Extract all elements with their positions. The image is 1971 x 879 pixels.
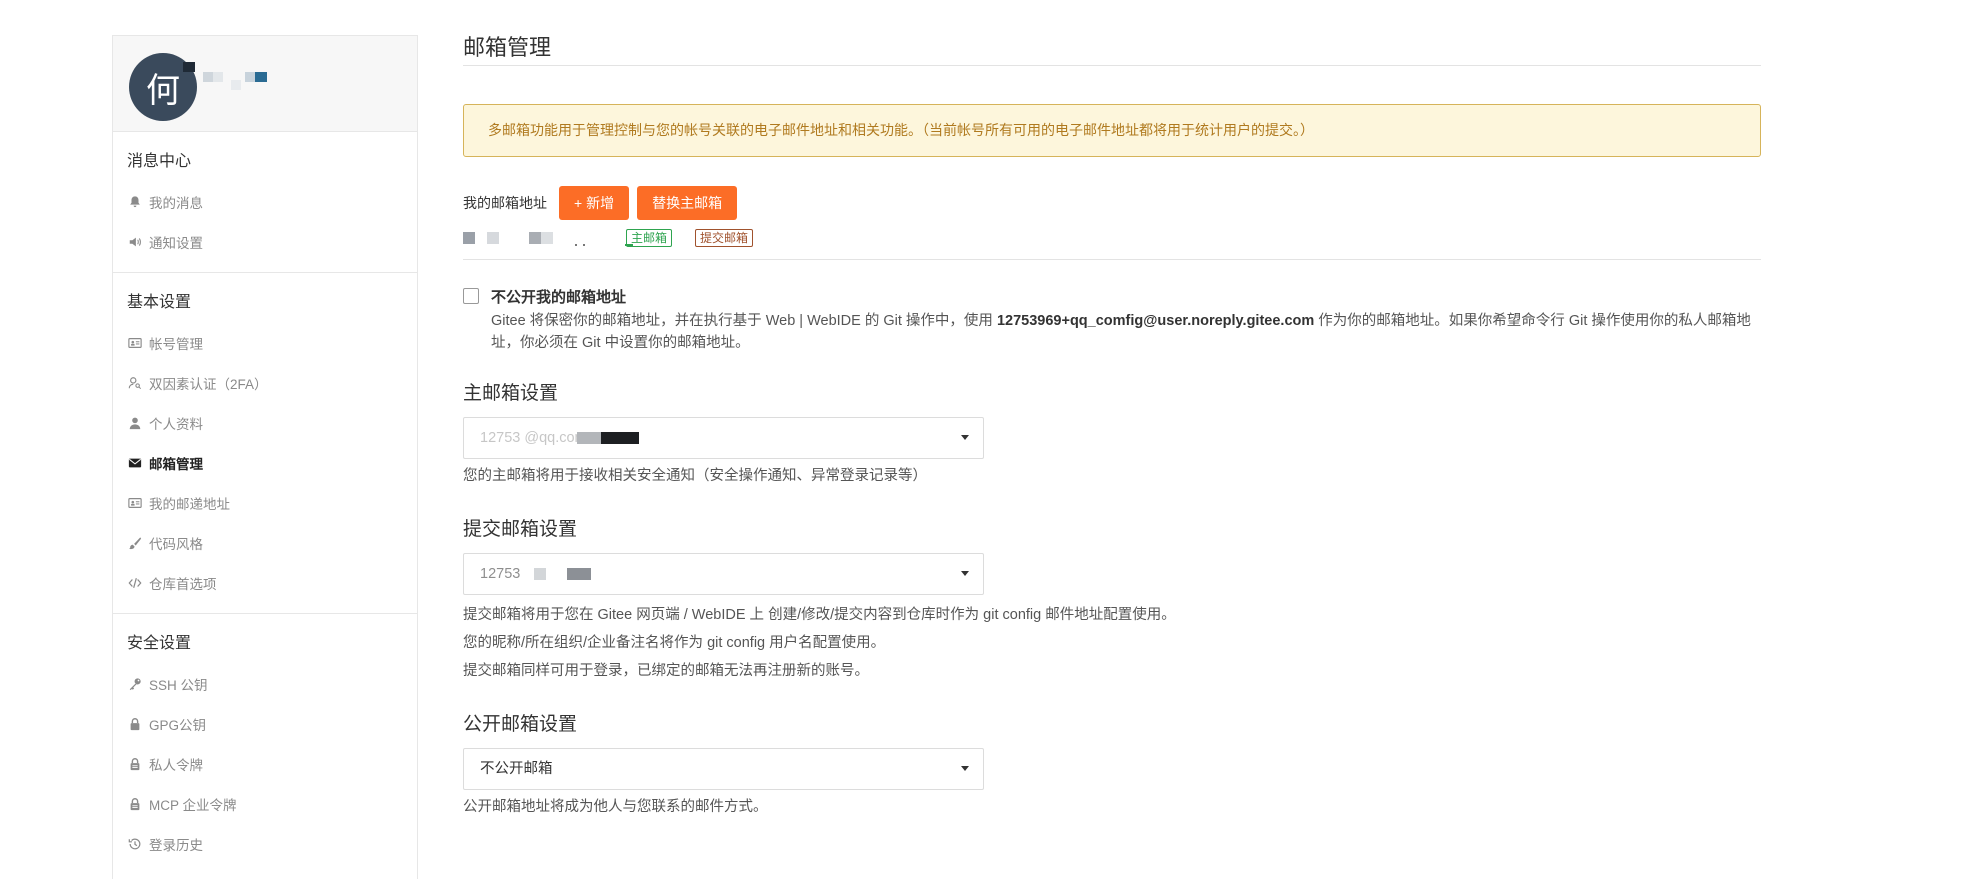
replace-primary-email-button[interactable]: 替换主邮箱	[637, 186, 738, 220]
token-icon	[127, 796, 143, 812]
primary-email-setting-title: 主邮箱设置	[463, 383, 559, 404]
token-icon	[127, 756, 143, 772]
sidebar-item-label: GPG公钥	[149, 718, 207, 733]
public-email-select[interactable]: 不公开邮箱	[463, 748, 984, 790]
sidebar-section-messages: 消息中心 我的消息 通知设置	[113, 132, 417, 273]
sidebar-item-ssh-keys[interactable]: SSH 公钥	[113, 664, 417, 704]
sidebar-item-label: 我的消息	[149, 196, 203, 211]
hide-email-option: 不公开我的邮箱地址 Gitee 将保密你的邮箱地址，并在执行基于 Web | W…	[463, 286, 1761, 354]
section-title: 安全设置	[127, 635, 192, 652]
sidebar-item-label: 双因素认证（2FA）	[149, 377, 268, 392]
address-card-icon	[127, 495, 143, 511]
pixelated-overlay	[534, 568, 546, 580]
sidebar-item-label: 代码风格	[149, 537, 203, 552]
code-icon	[127, 575, 143, 591]
page-title: 邮箱管理	[463, 30, 1761, 66]
settings-sidebar: 何 消息中心 我的消息 通知设置 基本设置 帐号管理 双因素认证（2FA） 个人…	[112, 35, 418, 879]
email-address-row: 主邮箱 提交邮箱	[463, 220, 1761, 260]
sidebar-item-account[interactable]: 帐号管理	[113, 323, 417, 363]
id-card-icon	[127, 335, 143, 351]
public-email-setting-title: 公开邮箱设置	[463, 714, 578, 735]
primary-email-select[interactable]: 12753 @qq.com	[463, 417, 984, 459]
key-icon	[127, 676, 143, 692]
user-key-icon	[127, 375, 143, 391]
commit-email-hint-2: 您的昵称/所在组织/企业备注名将作为 git config 用户名配置使用。	[463, 635, 886, 651]
commit-email-hint-1: 提交邮箱将用于您在 Gitee 网页端 / WebIDE 上 创建/修改/提交内…	[463, 607, 1176, 623]
sidebar-item-label: 帐号管理	[149, 337, 203, 352]
sidebar-item-private-tokens[interactable]: 私人令牌	[113, 744, 417, 784]
hide-email-checkbox[interactable]	[463, 288, 479, 304]
email-actions-row: 我的邮箱地址 + 新增 替换主邮箱	[463, 186, 1761, 220]
commit-email-setting-title: 提交邮箱设置	[463, 519, 578, 540]
public-email-hint: 公开邮箱地址将成为他人与您联系的邮件方式。	[463, 799, 768, 815]
commit-email-value: 12753	[480, 566, 521, 582]
section-title: 基本设置	[127, 294, 192, 311]
sidebar-item-code-style[interactable]: 代码风格	[113, 523, 417, 563]
pixelated-overlay	[577, 432, 601, 444]
sidebar-section-security: 安全设置 SSH 公钥 GPG公钥 私人令牌 MCP 企业令牌 登录历史	[113, 614, 417, 874]
sidebar-item-repo-preferences[interactable]: 仓库首选项	[113, 563, 417, 603]
primary-email-tag: 主邮箱	[626, 229, 673, 247]
username-pixelated	[183, 60, 275, 90]
noreply-address: 12753969+qq_comfig@user.noreply.gitee.co…	[996, 313, 1315, 329]
email-address-pixelated	[463, 232, 633, 248]
primary-email-hint: 您的主邮箱将用于接收相关安全通知（安全操作通知、异常登录记录等）	[463, 468, 927, 484]
sidebar-item-label: 个人资料	[149, 417, 203, 432]
sidebar-item-mailing-address[interactable]: 我的邮递地址	[113, 483, 417, 523]
sidebar-item-login-history[interactable]: 登录历史	[113, 824, 417, 864]
hide-email-description: Gitee 将保密你的邮箱地址，并在执行基于 Web | WebIDE 的 Gi…	[491, 310, 1761, 354]
my-emails-label: 我的邮箱地址	[463, 195, 547, 211]
commit-email-select[interactable]: 12753	[463, 553, 984, 595]
sidebar-section-basic: 基本设置 帐号管理 双因素认证（2FA） 个人资料 邮箱管理 我的邮递地址 代码…	[113, 273, 417, 614]
sidebar-item-2fa[interactable]: 双因素认证（2FA）	[113, 363, 417, 403]
brush-icon	[127, 535, 143, 551]
history-icon	[127, 836, 143, 852]
envelope-icon	[127, 455, 143, 471]
sidebar-item-mcp-tokens[interactable]: MCP 企业令牌	[113, 784, 417, 824]
add-email-button[interactable]: + 新增	[559, 186, 630, 220]
sidebar-item-label: 邮箱管理	[149, 457, 203, 472]
sidebar-item-email-management[interactable]: 邮箱管理	[113, 443, 417, 483]
sidebar-item-label: SSH 公钥	[149, 678, 208, 693]
info-notice: 多邮箱功能用于管理控制与您的帐号关联的电子邮件地址和相关功能。（当前帐号所有可用…	[463, 104, 1761, 157]
sidebar-item-gpg-keys[interactable]: GPG公钥	[113, 704, 417, 744]
desc-before: Gitee 将保密你的邮箱地址，并在执行基于 Web | WebIDE 的 Gi…	[491, 313, 997, 329]
main-content: 邮箱管理 多邮箱功能用于管理控制与您的帐号关联的电子邮件地址和相关功能。（当前帐…	[463, 30, 1761, 821]
commit-email-hint-3: 提交邮箱同样可用于登录，已绑定的邮箱无法再注册新的账号。	[463, 663, 869, 679]
pixelated-overlay	[601, 432, 639, 444]
sidebar-item-label: 登录历史	[149, 838, 203, 853]
sidebar-item-label: 我的邮递地址	[149, 497, 230, 512]
commit-email-tag: 提交邮箱	[695, 229, 754, 247]
sidebar-item-label: 仓库首选项	[149, 577, 217, 592]
primary-email-value: 12753 @qq.com	[480, 430, 587, 446]
sidebar-item-label: MCP 企业令牌	[149, 798, 237, 813]
sidebar-item-label: 私人令牌	[149, 758, 203, 773]
pixelated-overlay	[567, 568, 591, 580]
chevron-down-icon	[961, 435, 969, 440]
sidebar-item-profile[interactable]: 个人资料	[113, 403, 417, 443]
section-title: 消息中心	[127, 153, 192, 170]
user-icon	[127, 415, 143, 431]
profile-header: 何	[113, 36, 417, 132]
speaker-icon	[127, 234, 143, 250]
lock-icon	[127, 716, 143, 732]
sidebar-item-notification-settings[interactable]: 通知设置	[113, 222, 417, 262]
sidebar-item-my-messages[interactable]: 我的消息	[113, 182, 417, 222]
hide-email-title: 不公开我的邮箱地址	[491, 289, 627, 306]
chevron-down-icon	[961, 766, 969, 771]
bell-icon	[127, 194, 143, 210]
chevron-down-icon	[961, 571, 969, 576]
public-email-value: 不公开邮箱	[480, 761, 553, 777]
sidebar-item-label: 通知设置	[149, 236, 203, 251]
